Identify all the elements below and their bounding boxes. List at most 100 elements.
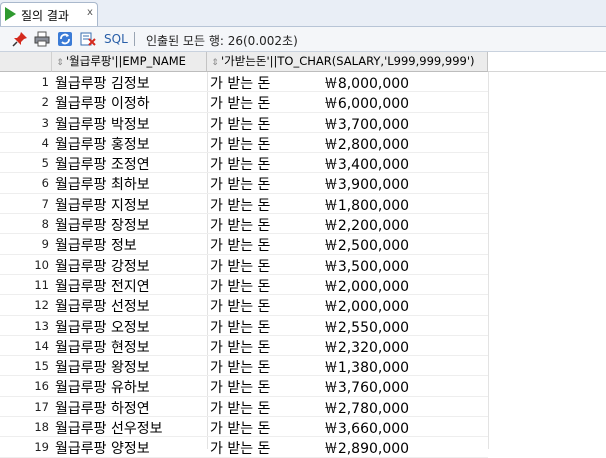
export-icon[interactable] <box>80 31 96 47</box>
row-number: 3 <box>41 115 49 130</box>
fetch-status: 인출된 모든 행: 26(0.002초) <box>146 34 298 48</box>
row-number: 7 <box>41 196 49 211</box>
cell-salary[interactable]: 가 받는 돈 ￦3,500,000 <box>210 256 409 276</box>
table-row[interactable]: 17 월급루팡 하정연 가 받는 돈 ￦2,780,000 <box>0 397 488 418</box>
cell-emp-name[interactable]: 월급루팡 정보 <box>55 235 137 255</box>
cell-emp-name[interactable]: 월급루팡 하정연 <box>55 398 150 418</box>
column-header-2[interactable]: ⇕ '가받는돈'||TO_CHAR(SALARY,'L999,999,999') <box>207 52 488 72</box>
cell-emp-name[interactable]: 월급루팡 지정보 <box>55 195 150 215</box>
table-row[interactable]: 18 월급루팡 선우정보 가 받는 돈 ￦3,660,000 <box>0 417 488 438</box>
cell-emp-name[interactable]: 월급루팡 조정연 <box>55 154 150 174</box>
cell-emp-name[interactable]: 월급루팡 이정하 <box>55 93 150 113</box>
cell-salary[interactable]: 가 받는 돈 ￦2,780,000 <box>210 398 409 418</box>
cell-emp-name[interactable]: 월급루팡 오정보 <box>55 317 150 337</box>
tab-label: 질의 결과 <box>21 9 69 23</box>
row-number: 8 <box>41 217 49 232</box>
cell-emp-name[interactable]: 월급루팡 최하보 <box>55 174 150 194</box>
cell-salary[interactable]: 가 받는 돈 ￦3,900,000 <box>210 174 409 194</box>
table-row[interactable]: 3 월급루팡 박정보 가 받는 돈 ￦3,700,000 <box>0 113 488 133</box>
cell-salary[interactable]: 가 받는 돈 ￦2,890,000 <box>210 438 409 458</box>
table-row[interactable]: 2 월급루팡 이정하 가 받는 돈 ￦6,000,000 <box>0 92 488 113</box>
table-row[interactable]: 15 월급루팡 왕정보 가 받는 돈 ￦1,380,000 <box>0 356 488 377</box>
cell-salary[interactable]: 가 받는 돈 ￦1,380,000 <box>210 357 409 377</box>
row-number: 10 <box>34 257 49 272</box>
cell-salary[interactable]: 가 받는 돈 ￦3,660,000 <box>210 418 409 438</box>
table-row[interactable]: 16 월급루팡 유하보 가 받는 돈 ￦3,760,000 <box>0 376 488 397</box>
result-rows: 1 월급루팡 김정보 가 받는 돈 ￦8,000,000 2 월급루팡 이정하 가 받는… <box>0 72 488 458</box>
column-header-label: '월급루팡'||EMP_NAME <box>66 54 186 68</box>
table-row[interactable]: 7 월급루팡 지정보 가 받는 돈 ￦1,800,000 <box>0 194 488 215</box>
cell-emp-name[interactable]: 월급루팡 선정보 <box>55 296 150 316</box>
row-number: 13 <box>34 318 49 333</box>
table-row[interactable]: 13 월급루팡 오정보 가 받는 돈 ￦2,550,000 <box>0 316 488 336</box>
table-row[interactable]: 4 월급루팡 홍정보 가 받는 돈 ￦2,800,000 <box>0 133 488 154</box>
close-icon[interactable]: x <box>87 7 93 18</box>
cell-emp-name[interactable]: 월급루팡 현정보 <box>55 337 150 357</box>
table-row[interactable]: 11 월급루팡 전지연 가 받는 돈 ￦2,000,000 <box>0 275 488 296</box>
pin-icon[interactable] <box>12 31 28 47</box>
row-number: 12 <box>34 298 49 313</box>
cell-emp-name[interactable]: 월급루팡 양정보 <box>55 438 150 458</box>
row-number: 5 <box>41 156 49 171</box>
cell-salary[interactable]: 가 받는 돈 ￦3,400,000 <box>210 154 409 174</box>
toolbar-separator <box>134 32 135 46</box>
row-number: 15 <box>34 359 49 374</box>
sort-icon[interactable]: ⇕ <box>54 54 66 71</box>
table-row[interactable]: 12 월급루팡 선정보 가 받는 돈 ￦2,000,000 <box>0 295 488 316</box>
row-number-header <box>0 52 52 72</box>
row-number: 19 <box>34 440 49 455</box>
row-number: 14 <box>34 338 49 353</box>
table-row[interactable]: 1 월급루팡 김정보 가 받는 돈 ￦8,000,000 <box>0 72 488 93</box>
column-header-label: '가받는돈'||TO_CHAR(SALARY,'L999,999,999') <box>221 54 475 68</box>
table-row[interactable]: 19 월급루팡 양정보 가 받는 돈 ￦2,890,000 <box>0 437 488 458</box>
cell-emp-name[interactable]: 월급루팡 선우정보 <box>55 418 163 438</box>
result-grid: ⇕ '월급루팡'||EMP_NAME ⇕ '가받는돈'||TO_CHAR(SALAR… <box>0 52 606 458</box>
cell-emp-name[interactable]: 월급루팡 유하보 <box>55 377 150 397</box>
sql-button[interactable]: SQL <box>104 32 128 46</box>
table-row[interactable]: 9 월급루팡 정보 가 받는 돈 ￦2,500,000 <box>0 234 488 255</box>
row-number: 9 <box>41 237 49 252</box>
table-row[interactable]: 6 월급루팡 최하보 가 받는 돈 ￦3,900,000 <box>0 173 488 194</box>
column-divider <box>488 72 489 449</box>
row-number: 6 <box>41 176 49 191</box>
cell-emp-name[interactable]: 월급루팡 장정보 <box>55 215 150 235</box>
cell-salary[interactable]: 가 받는 돈 ￦3,760,000 <box>210 377 409 397</box>
tab-query-result[interactable]: 질의 결과 x <box>0 2 98 26</box>
run-icon <box>5 7 16 21</box>
table-row[interactable]: 5 월급루팡 조정연 가 받는 돈 ￦3,400,000 <box>0 153 488 174</box>
cell-salary[interactable]: 가 받는 돈 ￦2,550,000 <box>210 317 409 337</box>
row-number: 1 <box>41 75 49 89</box>
row-number: 2 <box>41 95 49 110</box>
cell-salary[interactable]: 가 받는 돈 ￦2,320,000 <box>210 337 409 357</box>
cell-salary[interactable]: 가 받는 돈 ￦2,800,000 <box>210 134 409 154</box>
cell-salary[interactable]: 가 받는 돈 ￦3,700,000 <box>210 114 409 134</box>
row-number: 16 <box>34 379 49 394</box>
cell-salary[interactable]: 가 받는 돈 ￦2,200,000 <box>210 215 409 235</box>
sort-icon[interactable]: ⇕ <box>209 54 221 71</box>
cell-salary[interactable]: 가 받는 돈 ￦2,500,000 <box>210 235 409 255</box>
print-icon[interactable] <box>34 31 50 47</box>
cell-salary[interactable]: 가 받는 돈 ￦2,000,000 <box>210 296 409 316</box>
cell-salary[interactable]: 가 받는 돈 ￦2,000,000 <box>210 276 409 296</box>
row-number: 4 <box>41 135 49 150</box>
toolbar: SQL 인출된 모든 행: 26(0.002초) <box>0 27 606 52</box>
cell-emp-name[interactable]: 월급루팡 박정보 <box>55 114 150 134</box>
column-header-1[interactable]: ⇕ '월급루팡'||EMP_NAME <box>52 52 207 72</box>
cell-salary[interactable]: 가 받는 돈 ￦6,000,000 <box>210 93 409 113</box>
table-row[interactable]: 8 월급루팡 장정보 가 받는 돈 ￦2,200,000 <box>0 214 488 235</box>
cell-salary[interactable]: 가 받는 돈 ￦8,000,000 <box>210 73 409 93</box>
tab-strip: 질의 결과 x <box>0 0 606 27</box>
row-number: 11 <box>34 277 49 292</box>
table-row[interactable]: 10 월급루팡 강정보 가 받는 돈 ￦3,500,000 <box>0 255 488 275</box>
row-number: 18 <box>34 420 49 435</box>
refresh-icon[interactable] <box>57 31 73 47</box>
row-number: 17 <box>34 399 49 414</box>
cell-emp-name[interactable]: 월급루팡 전지연 <box>55 276 150 296</box>
cell-salary[interactable]: 가 받는 돈 ￦1,800,000 <box>210 195 409 215</box>
cell-emp-name[interactable]: 월급루팡 왕정보 <box>55 357 150 377</box>
cell-emp-name[interactable]: 월급루팡 김정보 <box>55 73 150 93</box>
cell-emp-name[interactable]: 월급루팡 강정보 <box>55 256 150 276</box>
cell-emp-name[interactable]: 월급루팡 홍정보 <box>55 134 150 154</box>
empty-header-area <box>488 52 606 72</box>
table-row[interactable]: 14 월급루팡 현정보 가 받는 돈 ￦2,320,000 <box>0 336 488 357</box>
